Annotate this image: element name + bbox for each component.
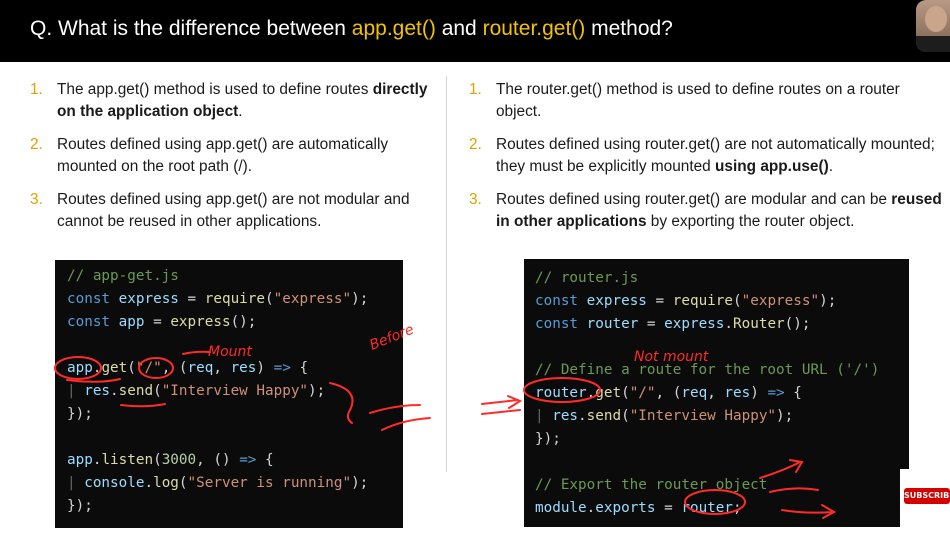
list-item: 1. The router.get() method is used to def… xyxy=(469,81,900,120)
list-item: 2. Routes defined using app.get() are aut… xyxy=(30,136,389,175)
list-item: 1. The app.get() method is used to define… xyxy=(30,81,428,120)
question-suffix: method? xyxy=(585,17,673,40)
presenter-avatar xyxy=(916,0,950,52)
subscribe-label: SUBSCRIBE xyxy=(904,488,950,504)
question-prefix: Q. What is the difference between xyxy=(30,17,352,40)
router-get-points: 1. The router.get() method is used to def… xyxy=(469,79,949,244)
list-item: 3. Routes defined using router.get() are … xyxy=(469,191,942,230)
question-header: Q. What is the difference between app.ge… xyxy=(0,0,950,62)
question-highlight-app-get: app.get() xyxy=(351,17,436,40)
app-get-code-block: // app-get.js const express = require("e… xyxy=(55,260,403,528)
column-divider xyxy=(446,76,447,472)
app-get-points: 1. The app.get() method is used to define… xyxy=(30,79,435,244)
question-mid: and xyxy=(435,17,483,40)
list-item: 3. Routes defined using app.get() are not… xyxy=(30,191,410,230)
subscribe-button[interactable]: SUBSCRIBE xyxy=(900,469,950,527)
list-item: 2. Routes defined using router.get() are … xyxy=(469,136,935,175)
question-highlight-router-get: router.get() xyxy=(482,17,586,40)
question-title: Q. What is the difference between app.ge… xyxy=(30,17,673,41)
router-get-code-block: // router.js const express = require("ex… xyxy=(524,259,909,527)
